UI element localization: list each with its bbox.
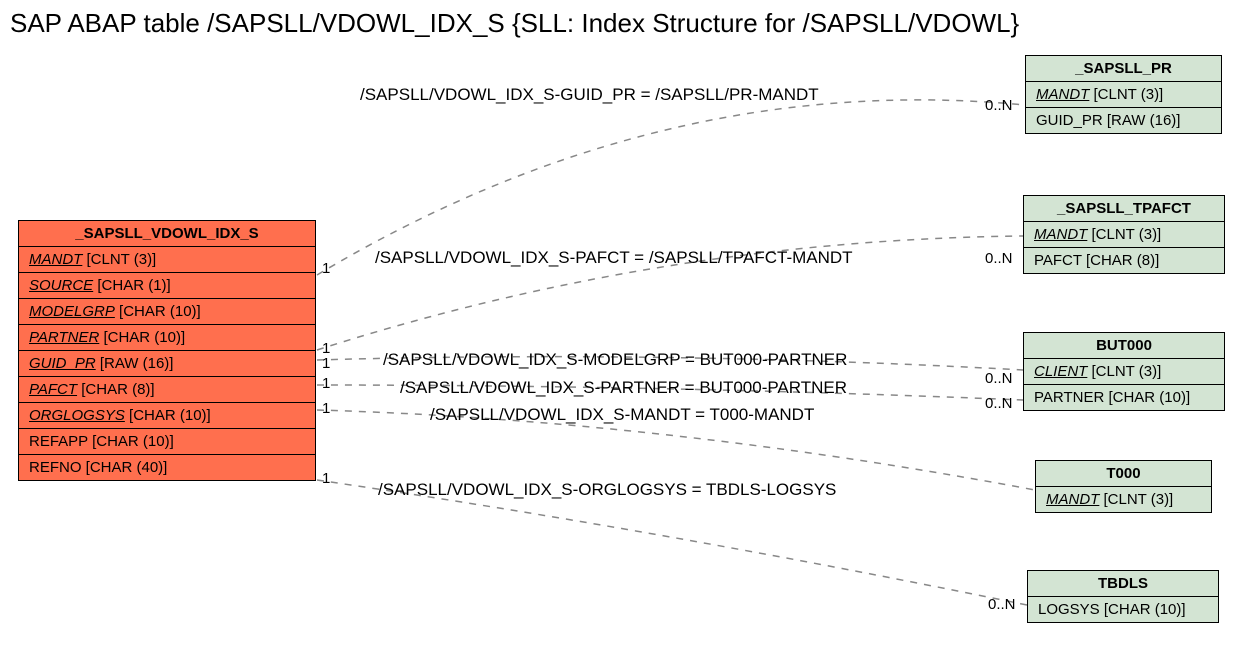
field-row: PARTNER [CHAR (10)] [19, 324, 315, 350]
field-row: REFAPP [CHAR (10)] [19, 428, 315, 454]
entity-t000: T000 MANDT [CLNT (3)] [1035, 460, 1212, 513]
field-row: PAFCT [CHAR (8)] [19, 376, 315, 402]
cardinality-right: 0..N [985, 395, 1013, 412]
field-row: SOURCE [CHAR (1)] [19, 272, 315, 298]
entity-main-title: _SAPSLL_VDOWL_IDX_S [19, 221, 315, 247]
field-row: REFNO [CHAR (40)] [19, 454, 315, 480]
entity-sapsll-pr: _SAPSLL_PR MANDT [CLNT (3)]GUID_PR [RAW … [1025, 55, 1222, 134]
field-row: MODELGRP [CHAR (10)] [19, 298, 315, 324]
relation-label: /SAPSLL/VDOWL_IDX_S-PAFCT = /SAPSLL/TPAF… [375, 248, 853, 268]
cardinality-right: 0..N [985, 250, 1013, 267]
relation-label: /SAPSLL/VDOWL_IDX_S-GUID_PR = /SAPSLL/PR… [360, 85, 819, 105]
cardinality-right: 0..N [985, 370, 1013, 387]
cardinality-left: 1 [322, 400, 330, 417]
field-row: MANDT [CLNT (3)] [1026, 82, 1221, 107]
field-row: PARTNER [CHAR (10)] [1024, 384, 1224, 410]
entity-tbdls: TBDLS LOGSYS [CHAR (10)] [1027, 570, 1219, 623]
entity-main: _SAPSLL_VDOWL_IDX_S MANDT [CLNT (3)]SOUR… [18, 220, 316, 481]
entity-title: BUT000 [1024, 333, 1224, 359]
entity-sapsll-tpafct: _SAPSLL_TPAFCT MANDT [CLNT (3)]PAFCT [CH… [1023, 195, 1225, 274]
cardinality-left: 1 [322, 375, 330, 392]
field-row: MANDT [CLNT (3)] [19, 247, 315, 272]
entity-title: TBDLS [1028, 571, 1218, 597]
field-row: MANDT [CLNT (3)] [1024, 222, 1224, 247]
relation-label: /SAPSLL/VDOWL_IDX_S-ORGLOGSYS = TBDLS-LO… [378, 480, 836, 500]
entity-title: T000 [1036, 461, 1211, 487]
relation-label: /SAPSLL/VDOWL_IDX_S-MODELGRP = BUT000-PA… [383, 350, 847, 370]
cardinality-left: 1 [322, 355, 330, 372]
field-row: MANDT [CLNT (3)] [1036, 487, 1211, 512]
cardinality-right: 0..N [985, 97, 1013, 114]
field-row: PAFCT [CHAR (8)] [1024, 247, 1224, 273]
field-row: LOGSYS [CHAR (10)] [1028, 597, 1218, 622]
entity-title: _SAPSLL_TPAFCT [1024, 196, 1224, 222]
entity-but000: BUT000 CLIENT [CLNT (3)]PARTNER [CHAR (1… [1023, 332, 1225, 411]
relation-label: /SAPSLL/VDOWL_IDX_S-PARTNER = BUT000-PAR… [400, 378, 847, 398]
field-row: CLIENT [CLNT (3)] [1024, 359, 1224, 384]
entity-title: _SAPSLL_PR [1026, 56, 1221, 82]
cardinality-left: 1 [322, 260, 330, 277]
cardinality-right: 0..N [988, 596, 1016, 613]
relation-label: /SAPSLL/VDOWL_IDX_S-MANDT = T000-MANDT [430, 405, 814, 425]
field-row: GUID_PR [RAW (16)] [19, 350, 315, 376]
cardinality-left: 1 [322, 470, 330, 487]
field-row: GUID_PR [RAW (16)] [1026, 107, 1221, 133]
field-row: ORGLOGSYS [CHAR (10)] [19, 402, 315, 428]
